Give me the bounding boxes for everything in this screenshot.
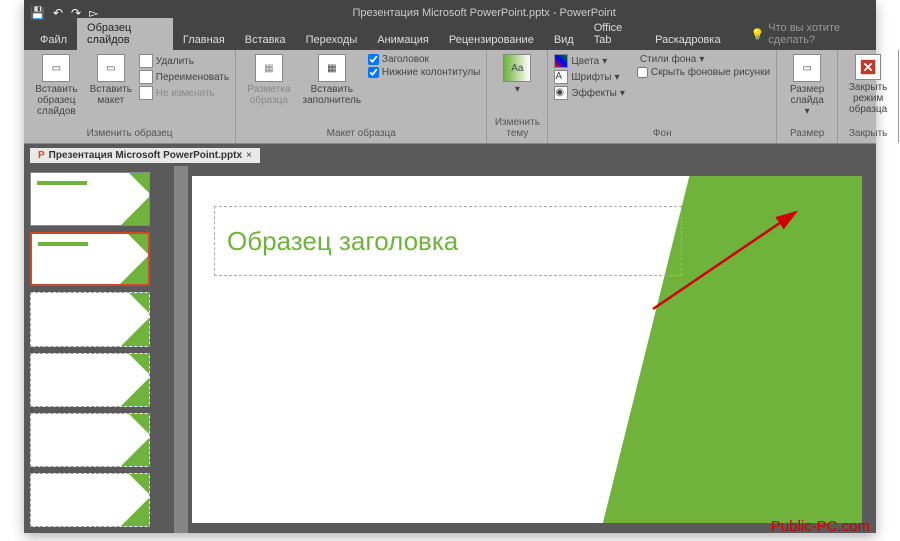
lightbulb-icon: 💡	[751, 28, 765, 41]
colors-button[interactable]: Цвета ▾	[554, 54, 625, 68]
slide-size-label: Размер слайда	[787, 84, 827, 106]
slide[interactable]: Образец заголовка	[192, 176, 862, 523]
powerpoint-icon: P	[38, 150, 45, 161]
document-tab-label: Презентация Microsoft PowerPoint.pptx	[49, 150, 242, 161]
insert-placeholder-button[interactable]: ▦ Вставить заполнитель	[300, 52, 364, 108]
slide-size-icon: ▭	[793, 54, 821, 82]
master-layout-label: Разметка образца	[246, 84, 292, 106]
insert-slide-master-button[interactable]: ▭ Вставить образец слайдов	[30, 52, 83, 119]
effects-button[interactable]: ◉Эффекты ▾	[554, 86, 625, 100]
group-label-edit-master: Изменить образец	[30, 128, 229, 141]
footers-checkbox[interactable]: Нижние колонтитулы	[368, 67, 480, 78]
layout-icon: ▭	[97, 54, 125, 82]
tell-me-placeholder: Что вы хотите сделать?	[768, 22, 868, 46]
title-checkbox[interactable]: Заголовок	[368, 54, 480, 65]
slide-size-dropdown-icon: ▾	[805, 106, 810, 117]
group-label-theme: Изменить тему	[493, 117, 541, 141]
group-edit-master: ▭ Вставить образец слайдов ▭ Вставить ма…	[24, 50, 236, 143]
group-label-bg: Фон	[554, 128, 770, 141]
app-window: 💾 ↶ ↷ ▻ Презентация Microsoft PowerPoint…	[24, 0, 876, 533]
tab-file[interactable]: Файл	[30, 30, 77, 50]
thumbnail-scrollbar[interactable]	[174, 166, 188, 533]
close-master-label: Закрыть режим образца	[848, 82, 888, 115]
rename-icon	[139, 70, 153, 84]
group-label-close: Закрыть	[844, 128, 892, 141]
tab-slide-master[interactable]: Образец слайдов	[77, 18, 173, 50]
title-checkbox-input[interactable]	[368, 54, 379, 65]
title-placeholder[interactable]: Образец заголовка	[214, 206, 682, 276]
group-background: Цвета ▾ AШрифты ▾ ◉Эффекты ▾ Стили фона …	[548, 50, 777, 143]
tab-animations[interactable]: Анимация	[367, 30, 439, 50]
preserve-button[interactable]: Не изменять	[139, 86, 229, 100]
themes-button[interactable]: Aa ▾	[493, 52, 541, 97]
close-tab-icon[interactable]: ×	[246, 150, 252, 161]
group-label-layout: Макет образца	[242, 128, 480, 141]
insert-layout-button[interactable]: ▭ Вставить макет	[87, 52, 135, 108]
watermark: Public-PC.com	[771, 518, 870, 535]
group-size: ▭ Размер слайда ▾ Размер	[777, 50, 838, 143]
delete-icon	[139, 54, 153, 68]
slide-size-button[interactable]: ▭ Размер слайда ▾	[783, 52, 831, 119]
rename-button[interactable]: Переименовать	[139, 70, 229, 84]
save-icon[interactable]: 💾	[30, 6, 45, 20]
themes-icon: Aa	[503, 54, 531, 82]
delete-button[interactable]: Удалить	[139, 54, 229, 68]
insert-placeholder-label: Вставить заполнитель	[303, 84, 362, 106]
group-master-layout: ▦ Разметка образца ▦ Вставить заполнител…	[236, 50, 487, 143]
title-text: Образец заголовка	[227, 226, 458, 257]
fonts-button[interactable]: AШрифты ▾	[554, 70, 625, 84]
group-edit-theme: Aa ▾ Изменить тему	[487, 50, 548, 143]
master-thumbnail[interactable]	[30, 172, 150, 226]
group-close: Закрыть режим образца Закрыть	[838, 50, 899, 143]
fonts-icon: A	[554, 70, 568, 84]
document-tab[interactable]: P Презентация Microsoft PowerPoint.pptx …	[30, 148, 260, 163]
themes-dropdown-icon: ▾	[515, 84, 520, 95]
layout-thumbnail-5[interactable]	[30, 473, 150, 527]
tab-transitions[interactable]: Переходы	[296, 30, 368, 50]
tell-me-search[interactable]: 💡 Что вы хотите сделать?	[743, 18, 876, 50]
tab-review[interactable]: Рецензирование	[439, 30, 544, 50]
layout-thumbnail-2[interactable]	[30, 292, 150, 346]
effects-icon: ◉	[554, 86, 568, 100]
document-tab-bar: P Презентация Microsoft PowerPoint.pptx …	[24, 144, 876, 166]
undo-icon[interactable]: ↶	[53, 6, 63, 20]
layout-thumbnail-3[interactable]	[30, 353, 150, 407]
group-label-size: Размер	[783, 128, 831, 141]
ribbon: ▭ Вставить образец слайдов ▭ Вставить ма…	[24, 50, 876, 144]
slide-master-icon: ▭	[42, 54, 70, 82]
close-master-view-button[interactable]: Закрыть режим образца	[844, 52, 892, 117]
bg-styles-button[interactable]: Стили фона ▾	[637, 54, 770, 65]
ribbon-tabs: Файл Образец слайдов Главная Вставка Пер…	[24, 26, 876, 50]
placeholder-icon: ▦	[318, 54, 346, 82]
close-icon	[855, 54, 881, 80]
insert-layout-label: Вставить макет	[90, 84, 132, 106]
workspace: Образец заголовка	[24, 166, 876, 533]
master-layout-icon: ▦	[255, 54, 283, 82]
tab-storyboarding[interactable]: Раскадровка	[645, 30, 730, 50]
colors-icon	[554, 54, 568, 68]
master-layout-button: ▦ Разметка образца	[242, 52, 296, 108]
layout-thumbnail-4[interactable]	[30, 413, 150, 467]
footers-checkbox-input[interactable]	[368, 67, 379, 78]
tab-office-tab[interactable]: Office Tab	[584, 18, 645, 50]
slide-canvas-area: Образец заголовка	[188, 166, 876, 533]
thumbnail-panel[interactable]	[24, 166, 174, 533]
hide-bg-checkbox-input[interactable]	[637, 67, 648, 78]
hide-bg-checkbox[interactable]: Скрыть фоновые рисунки	[637, 67, 770, 78]
insert-slide-master-label: Вставить образец слайдов	[34, 84, 79, 117]
tab-insert[interactable]: Вставка	[235, 30, 296, 50]
preserve-icon	[139, 86, 153, 100]
layout-thumbnail-1[interactable]	[30, 232, 150, 286]
tab-view[interactable]: Вид	[544, 30, 584, 50]
tab-home[interactable]: Главная	[173, 30, 235, 50]
